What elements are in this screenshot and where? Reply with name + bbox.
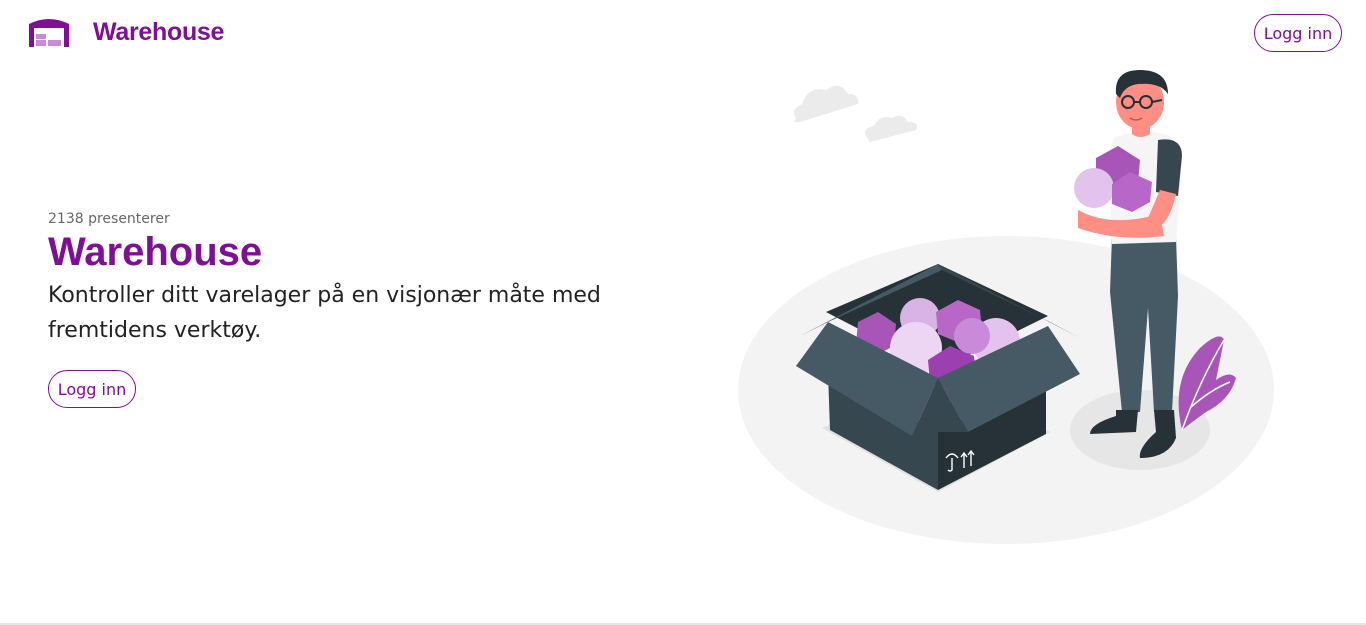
hero-description: Kontroller ditt varelager på en visjonær…	[48, 283, 601, 343]
person-with-box-illustration	[738, 70, 1274, 544]
page: Warehouse Logg inn 2138 presenterer Ware…	[0, 0, 1366, 625]
brand-name: Warehouse	[93, 18, 225, 46]
warehouse-icon	[29, 19, 69, 47]
cloud-icon	[794, 85, 859, 123]
hero-eyebrow: 2138 presenterer	[48, 211, 170, 227]
hero-login-button[interactable]: Logg inn	[48, 370, 136, 408]
hero-section: 2138 presenterer Warehouse Kontroller di…	[48, 211, 668, 408]
cloud-icon	[865, 115, 917, 142]
header-login-button[interactable]: Logg inn	[1254, 14, 1342, 52]
hero-title: Warehouse	[48, 230, 263, 274]
brand[interactable]: Warehouse	[27, 16, 224, 49]
